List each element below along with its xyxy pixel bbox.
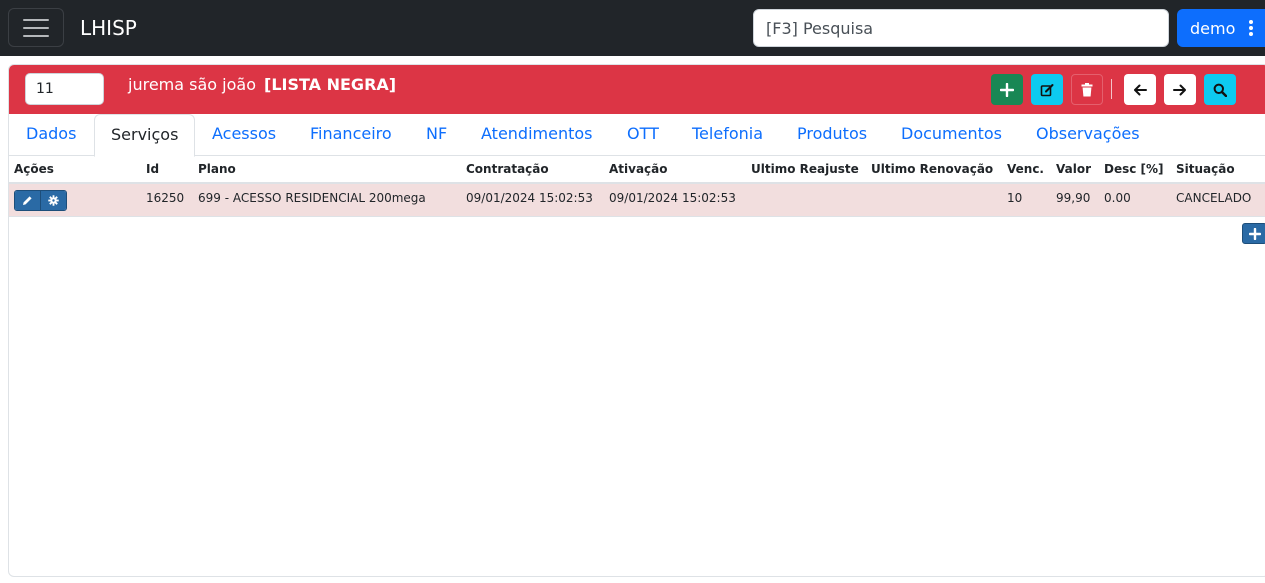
user-name: demo (1190, 18, 1236, 38)
col-situacao: Situação (1176, 162, 1235, 176)
top-navbar: LHISP demo (0, 0, 1265, 56)
tab-servicos[interactable]: Serviços (94, 114, 196, 157)
table-row[interactable]: 16250 699 - ACESSO RESIDENCIAL 200mega 0… (9, 184, 1265, 217)
user-menu-button[interactable]: demo (1177, 9, 1265, 47)
tab-ott[interactable]: OTT (627, 114, 659, 156)
app-title: LHISP (80, 16, 137, 40)
cell-id: 16250 (146, 191, 185, 205)
arrow-left-icon (1134, 84, 1147, 95)
next-record-button[interactable] (1164, 74, 1196, 105)
col-id: Id (146, 162, 160, 176)
col-plano: Plano (198, 162, 236, 176)
add-button[interactable] (991, 74, 1023, 105)
search-input[interactable] (753, 9, 1169, 47)
trash-icon (1081, 82, 1093, 96)
menu-icon-bar (23, 26, 49, 29)
plus-icon (1248, 227, 1261, 240)
col-venc: Venc. (1007, 162, 1044, 176)
kebab-menu-icon (1249, 20, 1253, 36)
client-tabs: Dados Serviços Acessos Financeiro NF Ate… (9, 114, 1265, 157)
cell-plano: 699 - ACESSO RESIDENCIAL 200mega (198, 191, 426, 205)
search-icon (1213, 83, 1227, 97)
col-contratacao: Contratação (466, 162, 549, 176)
row-actions (14, 190, 67, 211)
gear-icon (48, 195, 59, 206)
toolbar-separator (1111, 79, 1112, 99)
cell-contratacao: 09/01/2024 15:02:53 (466, 191, 593, 205)
col-desc: Desc [%] (1104, 162, 1164, 176)
cell-ativacao: 09/01/2024 15:02:53 (609, 191, 736, 205)
col-ultimo-renovacao: Ultimo Renovação (871, 162, 994, 176)
col-valor: Valor (1056, 162, 1092, 176)
menu-icon-bar (23, 34, 49, 37)
tab-observacoes[interactable]: Observações (1036, 114, 1140, 156)
col-ultimo-reajuste: Ultimo Reajuste (751, 162, 859, 176)
tab-acessos[interactable]: Acessos (212, 114, 276, 156)
tab-telefonia[interactable]: Telefonia (692, 114, 763, 156)
cell-venc: 10 (1007, 191, 1023, 205)
client-header: jurema são joão [LISTA NEGRA] (9, 65, 1265, 114)
menu-icon (23, 18, 49, 21)
previous-record-button[interactable] (1124, 74, 1156, 105)
edit-icon (1040, 83, 1054, 96)
tab-nf[interactable]: NF (426, 114, 447, 156)
client-id-input[interactable] (25, 73, 104, 105)
client-card: jurema são joão [LISTA NEGRA] (8, 64, 1265, 577)
plus-icon (1000, 82, 1014, 97)
tab-financeiro[interactable]: Financeiro (310, 114, 392, 156)
tab-documentos[interactable]: Documentos (901, 114, 1002, 156)
tab-dados[interactable]: Dados (26, 114, 76, 156)
edit-button[interactable] (1031, 74, 1063, 105)
cell-desc: 0.00 (1104, 191, 1131, 205)
edit-service-button[interactable] (15, 191, 41, 210)
delete-button[interactable] (1071, 74, 1103, 105)
add-service-button[interactable] (1242, 223, 1265, 244)
col-ativacao: Ativação (609, 162, 668, 176)
find-record-button[interactable] (1204, 74, 1236, 105)
cell-valor: 99,90 (1056, 191, 1091, 205)
service-settings-button[interactable] (40, 191, 66, 210)
tab-produtos[interactable]: Produtos (797, 114, 867, 156)
client-name: jurema são joão (128, 75, 256, 94)
services-table-header: Ações Id Plano Contratação Ativação Ulti… (9, 156, 1265, 184)
arrow-right-icon (1173, 84, 1186, 95)
col-acoes: Ações (14, 162, 54, 176)
blacklist-badge: [LISTA NEGRA] (264, 75, 397, 94)
tab-atendimentos[interactable]: Atendimentos (481, 114, 593, 156)
pencil-icon (23, 196, 32, 205)
hamburger-menu-button[interactable] (8, 8, 64, 47)
cell-situacao: CANCELADO (1176, 191, 1252, 205)
